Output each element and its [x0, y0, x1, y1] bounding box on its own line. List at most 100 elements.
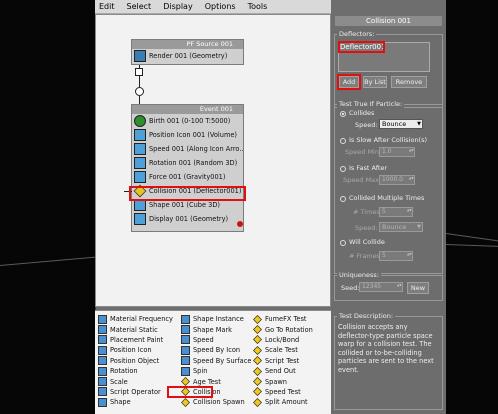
depot-item[interactable]: Split Amount	[253, 397, 329, 407]
depot-item[interactable]: Speed By Surface	[181, 356, 253, 366]
operator-icon	[98, 335, 107, 345]
depot-item[interactable]: Scale Test	[253, 345, 329, 355]
depot-item-label: FumeFX Test	[265, 315, 307, 324]
depot-item[interactable]: FumeFX Test	[253, 314, 329, 324]
event-row-display[interactable]: Display 001 (Geometry)	[132, 212, 243, 226]
render-icon	[134, 50, 146, 62]
deflector-highlight	[338, 41, 385, 53]
pf-source-node[interactable]: PF Source 001 Render 001 (Geometry)	[131, 39, 244, 65]
test-true-label: Test True If Particle:	[337, 100, 405, 108]
depot-item[interactable]: Shape Mark	[181, 324, 253, 335]
event-row-speed[interactable]: Speed 001 (Along Icon Arro...	[132, 142, 243, 156]
test-icon	[181, 377, 190, 386]
depot-item-label: Speed By Icon	[193, 346, 241, 355]
pf-source-row[interactable]: Render 001 (Geometry)	[132, 49, 243, 63]
grid-line	[445, 233, 498, 243]
event-row-position-icon[interactable]: Position Icon 001 (Volume)	[132, 128, 243, 142]
event-row-rotation[interactable]: Rotation 001 (Random 3D)	[132, 156, 243, 170]
event-row-label: Birth 001 (0-100 T:5000)	[149, 117, 231, 125]
test-icon	[253, 397, 262, 407]
depot-item-label: Speed Test	[265, 387, 301, 396]
depot-item[interactable]: Lock/Bond	[253, 335, 329, 345]
speed2-dropdown[interactable]: Bounce	[379, 222, 423, 232]
event-display-canvas[interactable]: PF Source 001 Render 001 (Geometry) Even…	[95, 14, 331, 307]
operator-depot[interactable]: Material Frequency Material Static Place…	[95, 310, 331, 414]
operator-icon	[181, 314, 190, 324]
menu-options[interactable]: Options	[205, 2, 236, 11]
depot-item[interactable]: Go To Rotation	[253, 324, 329, 335]
speed-dropdown[interactable]: Bounce	[379, 119, 423, 129]
depot-item[interactable]: Position Icon	[98, 345, 178, 355]
description-panel: Test Description: Collision accepts any …	[331, 310, 446, 414]
render-label: Render 001 (Geometry)	[149, 52, 228, 60]
depot-item[interactable]: Send Out	[253, 366, 329, 376]
operator-icon	[98, 325, 107, 335]
wire-output-socket[interactable]	[135, 68, 143, 76]
test-icon	[253, 366, 262, 376]
times-label: # Times:	[353, 208, 382, 216]
new-seed-button[interactable]: New	[407, 282, 429, 294]
by-list-button[interactable]: By List	[363, 76, 387, 88]
event-node[interactable]: Event 001 Birth 001 (0-100 T:5000) Posit…	[131, 104, 244, 232]
depot-item[interactable]: Collision Spawn	[181, 397, 253, 407]
speed-min-spinner[interactable]: 1.0	[379, 147, 415, 157]
depot-item-label: Send Out	[265, 367, 296, 376]
operator-icon	[98, 345, 107, 355]
depot-item[interactable]: Rotation	[98, 366, 178, 376]
wire-input-socket[interactable]	[135, 87, 144, 96]
depot-item[interactable]: Material Frequency	[98, 314, 178, 324]
depot-item[interactable]: Spin	[181, 366, 253, 376]
depot-item-label: Material Frequency	[110, 315, 173, 324]
depot-item[interactable]: Speed	[181, 335, 253, 345]
depot-item[interactable]: Spawn	[253, 376, 329, 386]
display-icon	[134, 213, 146, 225]
depot-item[interactable]: Material Static	[98, 324, 178, 335]
will-collide-radio[interactable]	[340, 240, 346, 246]
fast-after-radio[interactable]	[340, 166, 346, 172]
collides-radio[interactable]	[340, 111, 346, 117]
times-spinner[interactable]: 5	[379, 207, 413, 217]
test-icon	[253, 356, 262, 366]
test-icon	[253, 345, 262, 355]
depot-item[interactable]: Placement Paint	[98, 335, 178, 345]
position-icon	[134, 129, 146, 141]
depot-item[interactable]: Speed Test	[253, 387, 329, 397]
speed2-label: Speed:	[355, 224, 378, 232]
depot-item[interactable]: Script Test	[253, 356, 329, 366]
depot-item-label: Spawn	[265, 377, 287, 386]
depot-item-label: Rotation	[110, 367, 138, 376]
seed-spinner[interactable]: 12345	[359, 282, 403, 292]
remove-button[interactable]: Remove	[391, 76, 427, 88]
depot-item[interactable]: Shape	[98, 397, 178, 407]
collided-multiple-radio[interactable]	[340, 196, 346, 202]
will-collide-label: Will Collide	[349, 238, 385, 246]
operator-icon	[98, 314, 107, 324]
menu-display[interactable]: Display	[163, 2, 193, 11]
depot-item[interactable]: Position Object	[98, 356, 178, 366]
frames-spinner[interactable]: 5	[379, 251, 413, 261]
operator-icon	[181, 356, 190, 366]
depot-item-label: Position Icon	[110, 346, 152, 355]
depot-item[interactable]: Scale	[98, 376, 178, 387]
test-group	[334, 104, 443, 274]
depot-item[interactable]: Shape Instance	[181, 314, 253, 324]
display-color-dot	[237, 221, 243, 227]
grid-line	[445, 244, 498, 248]
description-text: Collision accepts any deflector-type par…	[338, 323, 434, 374]
force-icon	[134, 171, 146, 183]
depot-item-label: Placement Paint	[110, 335, 164, 344]
slow-after-radio[interactable]	[340, 138, 346, 144]
event-row-force[interactable]: Force 001 (Gravity001)	[132, 170, 243, 184]
depot-item[interactable]: Script Operator	[98, 387, 178, 397]
depot-item-label: Go To Rotation	[265, 325, 313, 334]
menu-edit[interactable]: Edit	[99, 2, 115, 11]
menu-tools[interactable]: Tools	[248, 2, 268, 11]
depot-item[interactable]: Speed By Icon	[181, 345, 253, 355]
test-icon	[253, 335, 262, 345]
rollout-title[interactable]: Collision 001	[335, 16, 442, 26]
menu-select[interactable]: Select	[127, 2, 152, 11]
deflectors-label: Deflectors:	[337, 30, 377, 38]
event-title: Event 001	[132, 105, 243, 114]
speed-max-spinner[interactable]: 1000.0	[379, 175, 415, 185]
event-row-birth[interactable]: Birth 001 (0-100 T:5000)	[132, 114, 243, 128]
